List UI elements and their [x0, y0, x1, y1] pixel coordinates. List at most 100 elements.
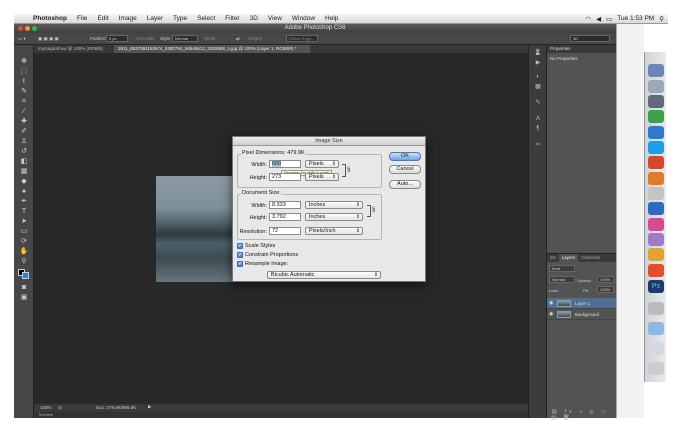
style-select[interactable]: Normal [172, 35, 198, 42]
background-browser-window[interactable] [616, 24, 644, 418]
doc-width-input[interactable]: 8.333 [269, 201, 301, 209]
menu-layer[interactable]: Layer [142, 15, 168, 22]
finder-dock-icon[interactable] [648, 64, 664, 77]
tab-document-1[interactable]: mymagicshow @ 100% (RGB/8) [34, 45, 114, 53]
opacity-input[interactable]: 100% [597, 276, 614, 283]
ok-button[interactable]: OK [389, 152, 421, 161]
volume-icon[interactable]: ◀ [596, 15, 601, 23]
spotlight-icon[interactable]: ⚲ [659, 15, 664, 23]
tools-preset-icon[interactable]: ✂ [533, 141, 543, 149]
pixel-height-input[interactable]: 273 [269, 173, 301, 181]
layer-row[interactable]: ◉ Background [547, 309, 617, 320]
safari-dock-icon[interactable] [648, 126, 664, 139]
app-dock-icon[interactable] [648, 264, 664, 277]
pen-tool-icon[interactable]: ✒ [19, 197, 29, 206]
wifi-icon[interactable]: ◠ [585, 15, 591, 23]
tab-channels[interactable]: Channels [578, 254, 603, 262]
marquee-tool-preset-icon[interactable]: ▭ ▾ [18, 36, 26, 42]
menu-image[interactable]: Image [114, 15, 142, 22]
menu-window[interactable]: Window [287, 15, 320, 22]
menu-3d[interactable]: 3D [245, 15, 263, 22]
brush-tool-icon[interactable]: ✐ [19, 127, 29, 136]
workspace-select[interactable]: 3D [570, 35, 610, 42]
visibility-icon[interactable]: ◉ [549, 309, 553, 320]
hand-tool-icon[interactable]: ✋ [19, 247, 29, 256]
menu-view[interactable]: View [263, 15, 287, 22]
trash-dock-icon[interactable] [648, 362, 664, 375]
quick-select-tool-icon[interactable]: ✎ [19, 87, 29, 96]
app-dock-icon[interactable] [648, 156, 664, 169]
type-tool-icon[interactable]: T [19, 207, 29, 216]
brush-panel-icon[interactable]: ✎ [533, 99, 543, 107]
pixel-height-unit-select[interactable]: Pixels ⇕ [305, 173, 339, 181]
feather-input[interactable]: 0 px [106, 35, 128, 42]
crop-tool-icon[interactable]: ⌗ [19, 97, 29, 106]
document-image[interactable] [156, 176, 236, 282]
cancel-button[interactable]: Cancel [389, 165, 421, 174]
pixel-width-input[interactable]: 600 [269, 160, 301, 168]
swap-icon[interactable]: ⇄ [236, 36, 240, 42]
auto-button[interactable]: Auto... [389, 180, 421, 189]
photoshop-dock-icon[interactable]: Ps [648, 280, 664, 293]
messages-dock-icon[interactable] [648, 110, 664, 123]
folder-dock-icon[interactable] [648, 322, 664, 335]
menu-file[interactable]: File [72, 15, 92, 22]
resample-method-select[interactable]: Bicubic Automatic ⇕ [267, 271, 381, 279]
timeline-panel[interactable]: Timeline [34, 412, 528, 418]
history-brush-tool-icon[interactable]: ↺ [19, 147, 29, 156]
dodge-tool-icon[interactable]: ● [19, 187, 29, 196]
clock[interactable]: Tue 1:53 PM [617, 15, 654, 22]
marquee-tool-icon[interactable]: ⬚ [19, 67, 29, 76]
zoom-tool-icon[interactable]: ⚲ [19, 257, 29, 266]
doc-width-unit-select[interactable]: Inches ⇕ [305, 201, 363, 209]
resolution-unit-select[interactable]: Pixels/Inch ⇕ [305, 227, 363, 235]
menu-select[interactable]: Select [192, 15, 220, 22]
doc-height-input[interactable]: 3.792 [269, 213, 301, 221]
constrain-proportions-checkbox[interactable]: ✓ Constrain Proportions [237, 252, 298, 258]
system-dock-icon[interactable] [648, 95, 664, 108]
app-dock-icon[interactable] [648, 172, 664, 185]
app-dock-icon[interactable] [648, 233, 664, 246]
fill-input[interactable]: 100% [597, 286, 614, 293]
swatches-panel-icon[interactable]: ▦ [533, 83, 543, 91]
menu-filter[interactable]: Filter [220, 15, 244, 22]
app-dock-icon[interactable] [648, 248, 664, 261]
menu-type[interactable]: Type [168, 15, 192, 22]
resolution-input[interactable]: 72 [269, 227, 301, 235]
app-dock-icon[interactable] [648, 218, 664, 231]
status-menu-icon[interactable]: ▶ [148, 404, 151, 410]
pixel-width-unit-select[interactable]: Pixels ⇕ [305, 160, 339, 168]
paragraph-panel-icon[interactable]: ¶ [533, 125, 543, 133]
layer-filter-kind[interactable]: Kind [549, 265, 575, 272]
history-panel-icon[interactable]: ⌛ [533, 49, 543, 57]
scale-styles-checkbox[interactable]: ✓ Scale Styles [237, 243, 275, 249]
refine-edge-button[interactable]: Refine Edge... [286, 35, 318, 42]
app-dock-icon[interactable] [648, 202, 664, 215]
tab-document-2[interactable]: 2611_8537561193674_9380794_56545512_2282… [114, 45, 310, 53]
actions-panel-icon[interactable]: ▶ [533, 59, 543, 67]
gradient-tool-icon[interactable]: ▦ [19, 167, 29, 176]
menu-photoshop[interactable]: Photoshop [28, 15, 72, 22]
menu-help[interactable]: Help [320, 15, 343, 22]
app-dock-icon[interactable] [648, 187, 664, 200]
background-color-swatch[interactable] [22, 272, 29, 279]
quick-mask-icon[interactable]: ◙ [19, 283, 29, 292]
character-panel-icon[interactable]: A [533, 115, 543, 123]
healing-tool-icon[interactable]: ✚ [19, 117, 29, 126]
tab-3d[interactable]: 3D [547, 254, 559, 262]
layers-footer-icons[interactable]: ⛓ fx ◑ ◎ ▭ ▤ 🗑 [551, 409, 615, 421]
battery-icon[interactable]: ▭ [606, 15, 612, 23]
eraser-tool-icon[interactable]: ◧ [19, 157, 29, 166]
path-select-tool-icon[interactable]: ➤ [19, 217, 29, 226]
documents-dock-icon[interactable] [648, 342, 664, 355]
preview-dock-icon[interactable] [648, 80, 664, 93]
doc-height-unit-select[interactable]: Inches ⇕ [305, 213, 363, 221]
layer-row[interactable]: ◉ Layer 1 [547, 298, 617, 309]
close-icon[interactable] [18, 26, 23, 31]
screen-mode-icon[interactable]: ▣ [19, 293, 29, 302]
adjustments-panel-icon[interactable]: ◐ [533, 73, 543, 81]
blend-mode-select[interactable]: Normal [549, 276, 575, 283]
clone-stamp-tool-icon[interactable]: ♙ [19, 137, 29, 146]
3d-tool-icon[interactable]: ⟳ [19, 237, 29, 246]
shape-tool-icon[interactable]: ▭ [19, 227, 29, 236]
